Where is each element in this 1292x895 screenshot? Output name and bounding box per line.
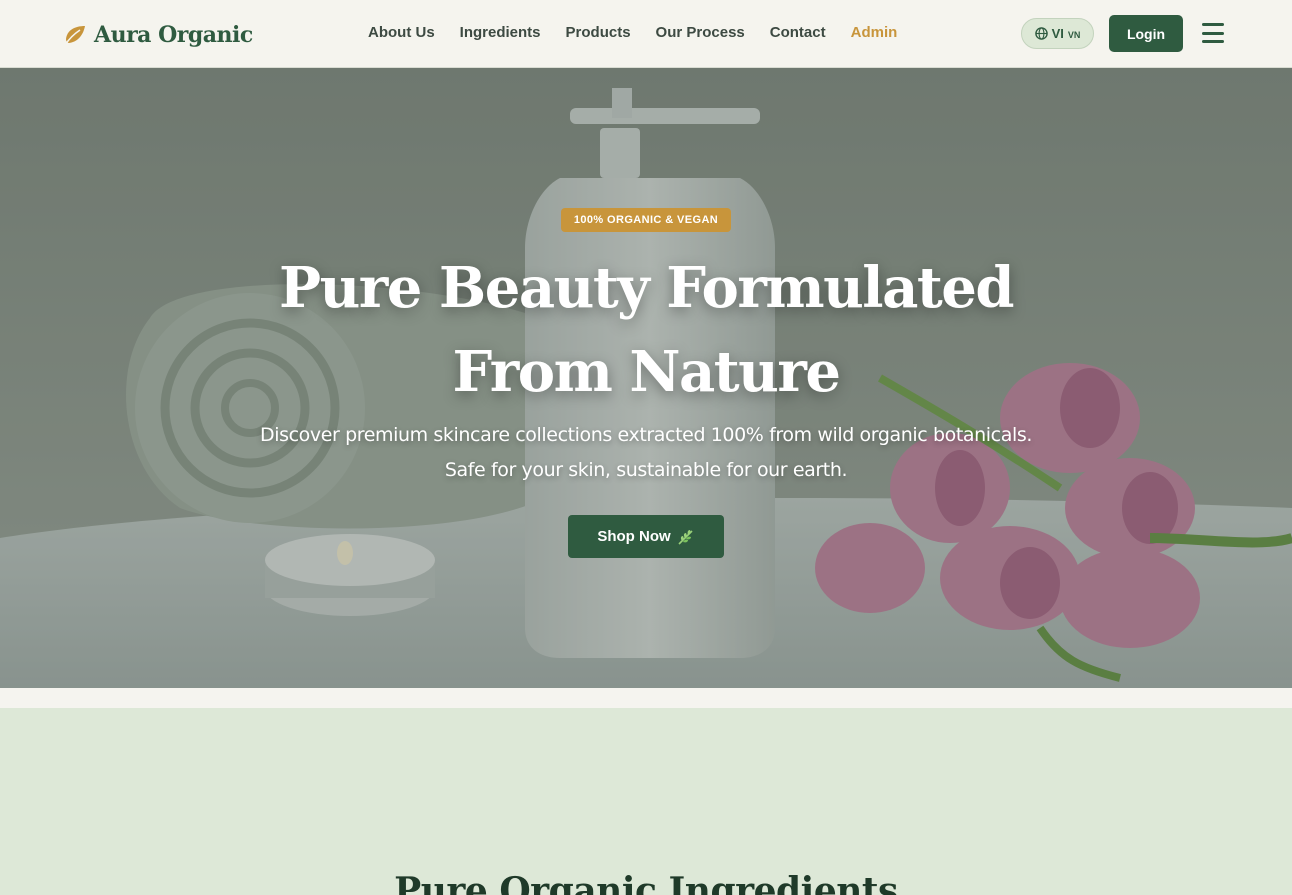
nav-products[interactable]: Products — [566, 24, 631, 41]
language-region: VN — [1067, 30, 1081, 40]
main-nav: About Us Ingredients Products Our Proces… — [368, 24, 922, 41]
language-switcher[interactable]: VI VN — [1021, 18, 1094, 49]
leaf-sprig-icon — [678, 529, 693, 545]
login-button[interactable]: Login — [1109, 15, 1183, 52]
leaf-icon — [64, 26, 85, 46]
nav-contact[interactable]: Contact — [770, 24, 826, 41]
hamburger-menu-icon[interactable] — [1202, 23, 1224, 43]
site-header: Aura Organic About Us Ingredients Produc… — [0, 0, 1292, 68]
hero-subtitle: Discover premium skincare collections ex… — [260, 424, 1032, 481]
ingredients-section: Pure Organic Ingredients — [0, 708, 1292, 895]
nav-our-process[interactable]: Our Process — [656, 24, 745, 41]
hero-section: 100% ORGANIC & VEGAN Pure Beauty Formula… — [0, 68, 1292, 688]
brand-logo[interactable]: Aura Organic — [63, 20, 253, 50]
section-title: Pure Organic Ingredients — [394, 870, 898, 895]
brand-name: Aura Organic — [94, 22, 253, 48]
nav-admin[interactable]: Admin — [851, 24, 898, 41]
nav-about-us[interactable]: About Us — [368, 24, 435, 41]
shop-now-label: Shop Now — [597, 528, 671, 545]
organic-badge: 100% ORGANIC & VEGAN — [561, 208, 731, 232]
hero-title: Pure Beauty Formulated From Nature — [278, 255, 1015, 405]
nav-ingredients[interactable]: Ingredients — [460, 24, 541, 41]
language-code: VI — [1051, 26, 1064, 41]
shop-now-button[interactable]: Shop Now — [568, 515, 724, 558]
section-spacer — [0, 688, 1292, 708]
globe-icon — [1034, 27, 1048, 40]
